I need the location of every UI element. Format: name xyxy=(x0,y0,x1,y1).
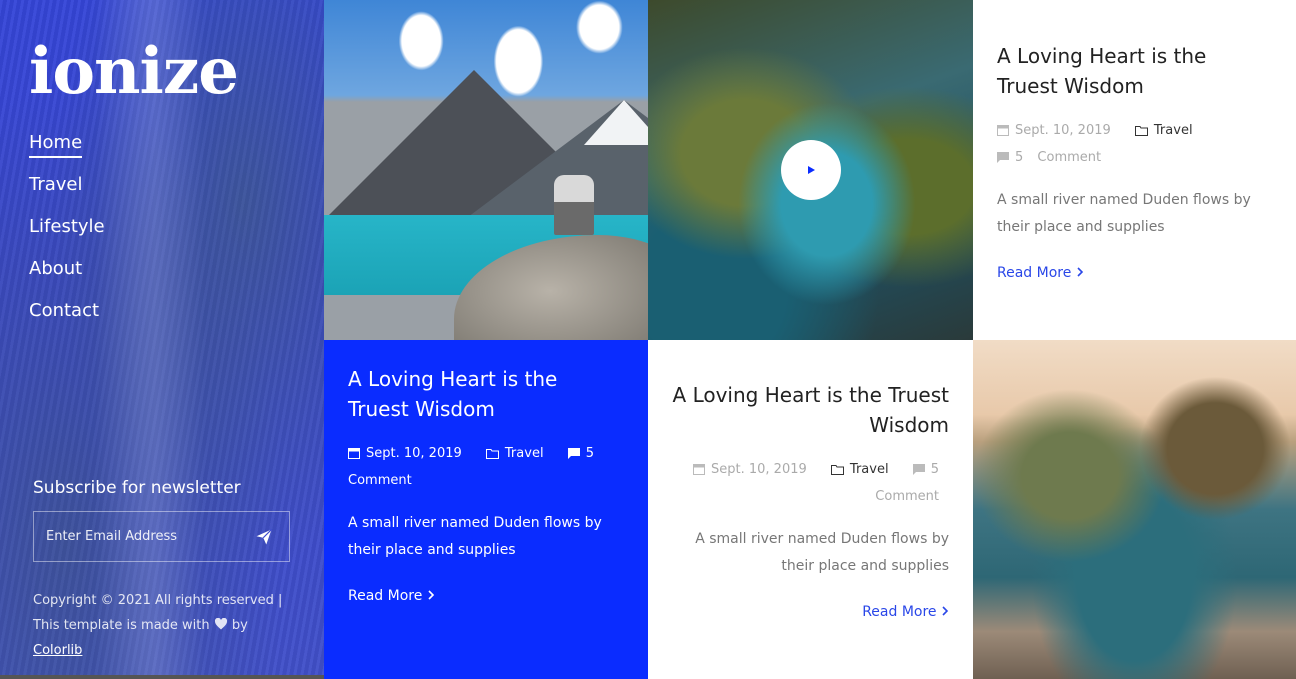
nav-item-travel[interactable]: Travel xyxy=(29,174,83,198)
calendar-icon xyxy=(348,448,360,459)
email-field[interactable] xyxy=(46,529,236,544)
post-title[interactable]: A Loving Heart is the Truest Wisdom xyxy=(348,364,624,424)
copyright: Copyright © 2021 All rights reserved | T… xyxy=(33,588,298,663)
post-category[interactable]: Travel xyxy=(485,446,558,461)
nav-item-about[interactable]: About xyxy=(29,258,82,282)
nav-item-lifestyle[interactable]: Lifestyle xyxy=(29,216,105,240)
newsletter-form xyxy=(33,511,290,562)
calendar-icon xyxy=(693,464,706,475)
post-title[interactable]: A Loving Heart is the Truest Wisdom xyxy=(672,380,949,440)
post-date[interactable]: Sept. 10, 2019 xyxy=(348,446,476,461)
post-image-mountain[interactable] xyxy=(324,0,648,340)
post-meta: Sept. 10, 2019 Travel 5 Comment xyxy=(997,117,1272,171)
folder-icon xyxy=(830,465,844,475)
logo[interactable]: ionize xyxy=(29,40,239,104)
sidebar: ionize Home Travel Lifestyle About Conta… xyxy=(0,0,340,679)
post-video-coast[interactable] xyxy=(648,0,973,340)
post-date[interactable]: Sept. 10, 2019 xyxy=(997,123,1125,138)
post-card-featured: A Loving Heart is the Truest Wisdom Sept… xyxy=(324,340,648,679)
copyright-line-1: Copyright © 2021 All rights reserved | xyxy=(33,593,283,608)
comment-icon xyxy=(567,448,580,459)
paper-plane-icon xyxy=(256,528,272,544)
read-more-link[interactable]: Read More xyxy=(348,588,435,604)
chevron-right-icon xyxy=(1077,267,1083,277)
post-meta: Sept. 10, 2019 Travel 5 Comment xyxy=(672,456,949,510)
newsletter-title: Subscribe for newsletter xyxy=(33,478,241,498)
author-link[interactable]: Colorlib xyxy=(33,643,82,658)
horizontal-scrollbar[interactable] xyxy=(0,675,340,679)
heart-icon xyxy=(214,617,227,630)
post-excerpt: A small river named Duden flows by their… xyxy=(997,192,1251,235)
post-date[interactable]: Sept. 10, 2019 xyxy=(693,462,821,477)
copyright-line-2: This template is made with xyxy=(33,618,210,633)
comment-icon xyxy=(997,152,1009,163)
chevron-right-icon xyxy=(942,606,949,616)
subscribe-button[interactable] xyxy=(253,526,275,548)
copyright-by: by xyxy=(231,618,248,633)
main-nav: Home Travel Lifestyle About Contact xyxy=(29,132,105,342)
post-comments-label: Comment xyxy=(875,489,939,504)
snow-peak xyxy=(584,100,648,145)
read-more-link[interactable]: Read More xyxy=(862,604,949,620)
play-icon xyxy=(808,166,815,174)
post-category[interactable]: Travel xyxy=(830,462,903,477)
read-more-link[interactable]: Read More xyxy=(997,265,1084,281)
folder-icon xyxy=(485,449,499,459)
nav-item-home[interactable]: Home xyxy=(29,132,83,158)
post-comments-label: Comment xyxy=(348,473,412,488)
post-category[interactable]: Travel xyxy=(1134,123,1203,138)
play-button[interactable] xyxy=(781,140,841,200)
post-card-right-aligned: A Loving Heart is the Truest Wisdom Sept… xyxy=(648,340,973,679)
post-meta: Sept. 10, 2019 Travel 5 Comment xyxy=(348,440,624,494)
post-comments[interactable]: 5 xyxy=(567,446,604,461)
post-comments[interactable]: 5 Comment xyxy=(997,150,1111,165)
folder-icon xyxy=(1134,126,1148,136)
post-card-top-right: A Loving Heart is the Truest Wisdom Sept… xyxy=(973,0,1296,340)
post-image-city[interactable] xyxy=(973,340,1296,679)
hiker xyxy=(554,175,594,235)
post-comments[interactable]: 5 xyxy=(912,462,949,477)
calendar-icon xyxy=(997,125,1009,136)
chevron-right-icon xyxy=(428,590,434,600)
post-title[interactable]: A Loving Heart is the Truest Wisdom xyxy=(997,41,1272,101)
post-excerpt: A small river named Duden flows by their… xyxy=(348,515,602,558)
nav-item-contact[interactable]: Contact xyxy=(29,300,99,324)
copyright-line-2-wrap: This template is made with by xyxy=(33,613,298,638)
comment-icon xyxy=(912,464,925,475)
post-excerpt: A small river named Duden flows by their… xyxy=(695,531,949,574)
